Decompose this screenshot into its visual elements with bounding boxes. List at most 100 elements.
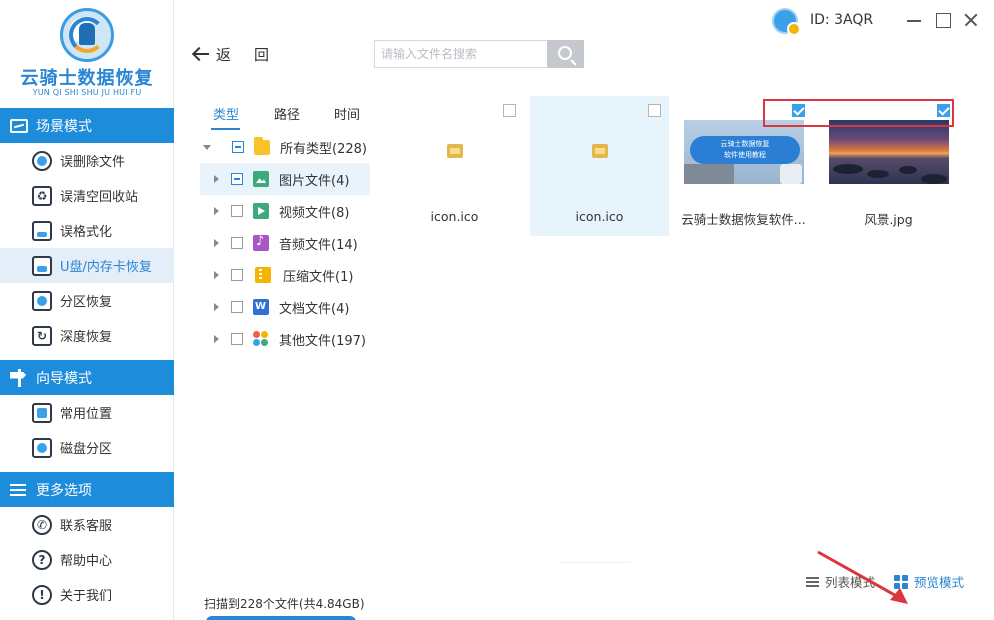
active-tab-indicator <box>211 128 240 130</box>
tree-item-documents[interactable]: 文档文件(4) <box>200 291 370 323</box>
arrow-left-icon <box>192 46 210 62</box>
nav-item-usb-card[interactable]: U盘/内存卡恢复 <box>0 248 174 283</box>
file-card[interactable]: icon.ico <box>385 96 524 236</box>
back-button[interactable]: 返 <box>192 42 231 66</box>
folder-icon <box>254 136 270 155</box>
undo-delete-icon <box>32 150 52 171</box>
caret-right-icon[interactable] <box>214 335 219 343</box>
filter-tabs: 类型 路径 时间 <box>200 100 370 132</box>
tree-item-label: 图片文件(4) <box>279 173 350 189</box>
logo-subtitle: YUN QI SHI SHU JU HUI FU <box>32 88 142 97</box>
close-icon[interactable] <box>963 12 979 28</box>
file-name: icon.ico <box>575 209 624 224</box>
info-icon: ! <box>32 584 52 605</box>
checkbox[interactable] <box>231 173 243 185</box>
minimize-icon[interactable] <box>906 12 922 28</box>
preview-mode-label: 预览模式 <box>914 575 965 590</box>
deep-scan-icon: ↻ <box>32 325 52 346</box>
nav-item-deep-recovery[interactable]: ↻ 深度恢复 <box>0 318 174 353</box>
knight-logo-icon <box>60 8 114 62</box>
checkbox[interactable] <box>231 205 243 217</box>
caret-right-icon[interactable] <box>214 207 219 215</box>
section-title: 向导模式 <box>36 370 92 387</box>
nav-item-format[interactable]: 误格式化 <box>0 213 174 248</box>
nav-item-label: 深度恢复 <box>60 330 113 345</box>
logo-title: 云骑士数据恢复 <box>20 68 154 89</box>
checkbox[interactable] <box>231 237 243 249</box>
nav-item-contact-support[interactable]: ✆ 联系客服 <box>0 507 174 542</box>
windows-icon <box>32 402 52 423</box>
tree-item-others[interactable]: 其他文件(197) <box>200 323 370 355</box>
caret-right-icon[interactable] <box>214 239 219 247</box>
back-label-2[interactable]: 回 <box>254 44 269 65</box>
user-avatar-icon[interactable] <box>772 8 801 36</box>
nav-item-deleted-files[interactable]: 误删除文件 <box>0 143 174 178</box>
image-file-icon <box>592 144 608 158</box>
app-logo: 云骑士数据恢复 YUN QI SHI SHU JU HUI FU <box>0 0 174 108</box>
tree-item-label: 其他文件(197) <box>279 333 366 349</box>
tree-item-videos[interactable]: 视频文件(8) <box>200 195 370 227</box>
zip-icon <box>255 267 271 283</box>
section-scene-mode: 场景模式 <box>0 108 174 143</box>
caret-right-icon[interactable] <box>214 271 219 279</box>
nav-item-help-center[interactable]: ? 帮助中心 <box>0 542 174 577</box>
caret-right-icon[interactable] <box>214 303 219 311</box>
menu-icon <box>10 483 28 497</box>
nav-item-label: 常用位置 <box>60 407 113 422</box>
image-icon <box>253 171 269 187</box>
signpost-icon <box>10 368 28 387</box>
caret-right-icon[interactable] <box>214 175 219 183</box>
section-title: 场景模式 <box>36 118 92 135</box>
tree-item-audio[interactable]: 音频文件(14) <box>200 227 370 259</box>
sidebar: 云骑士数据恢复 YUN QI SHI SHU JU HUI FU 场景模式 误删… <box>0 0 174 620</box>
maximize-icon[interactable] <box>935 12 951 28</box>
nav-item-label: 分区恢复 <box>60 295 113 310</box>
nav-item-label: 误删除文件 <box>60 155 126 170</box>
tree-item-label: 压缩文件(1) <box>283 269 354 285</box>
annotation-highlight-box <box>763 99 954 127</box>
caret-down-icon[interactable] <box>203 144 211 150</box>
checkbox[interactable] <box>231 269 243 281</box>
video-icon <box>253 203 269 219</box>
monitor-icon <box>10 118 28 133</box>
recover-button-edge[interactable] <box>206 616 356 620</box>
tree-item-images[interactable]: 图片文件(4) <box>200 163 370 195</box>
file-checkbox[interactable] <box>503 104 516 117</box>
nav-item-label: U盘/内存卡恢复 <box>60 260 152 275</box>
file-name: 云骑士数据恢复软件... <box>681 212 806 227</box>
file-name: icon.ico <box>430 209 479 224</box>
tab-type[interactable]: 类型 <box>213 104 239 123</box>
checkbox[interactable] <box>232 141 244 153</box>
nav-item-label: 磁盘分区 <box>60 442 113 457</box>
landscape-thumbnail <box>829 120 949 184</box>
tab-time[interactable]: 时间 <box>334 104 360 123</box>
recycle-bin-icon: ♻ <box>32 185 52 206</box>
nav-item-label: 联系客服 <box>60 519 113 534</box>
checkbox[interactable] <box>231 333 243 345</box>
floppy-disk-icon <box>32 220 52 241</box>
search-input[interactable] <box>374 40 548 68</box>
hard-disk-icon <box>32 290 52 311</box>
nav-item-disk-partition[interactable]: 磁盘分区 <box>0 430 174 465</box>
nav-item-common-locations[interactable]: 常用位置 <box>0 395 174 430</box>
nav-item-label: 帮助中心 <box>60 554 113 569</box>
nav-item-about-us[interactable]: ! 关于我们 <box>0 577 174 612</box>
tree-item-all-types[interactable]: 所有类型(228) <box>200 131 370 163</box>
nav-item-recycle-bin[interactable]: ♻ 误清空回收站 <box>0 178 174 213</box>
checkbox[interactable] <box>231 301 243 313</box>
file-card[interactable]: icon.ico <box>530 96 669 236</box>
audio-icon <box>253 234 269 251</box>
thumbnail-caption: 云骑士数据恢复 软件使用教程 <box>690 136 800 164</box>
file-checkbox[interactable] <box>648 104 661 117</box>
nav-item-label: 误清空回收站 <box>60 190 139 205</box>
tree-item-label: 文档文件(4) <box>279 301 350 317</box>
annotation-arrow-icon <box>817 550 908 604</box>
search-button[interactable] <box>547 40 584 68</box>
nav-item-partition[interactable]: 分区恢复 <box>0 283 174 318</box>
phone-icon: ✆ <box>32 514 52 535</box>
disk-icon <box>32 437 52 458</box>
tab-path[interactable]: 路径 <box>274 104 300 123</box>
tree-item-archives[interactable]: 压缩文件(1) <box>200 259 370 291</box>
nav-item-label: 关于我们 <box>60 589 113 604</box>
tutorial-thumbnail: 云骑士数据恢复 软件使用教程 <box>684 120 804 184</box>
